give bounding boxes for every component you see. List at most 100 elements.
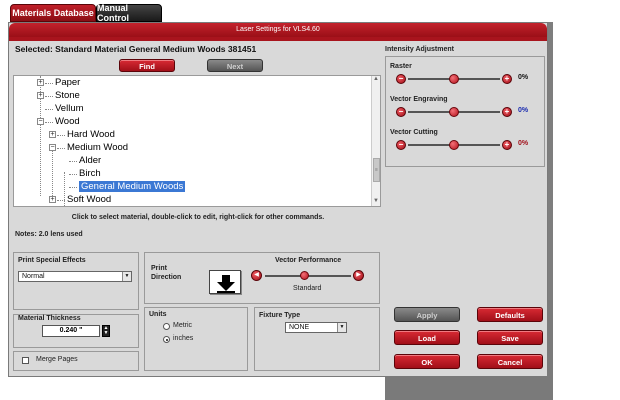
tree-item[interactable]: General Medium Woods (79, 180, 186, 193)
defaults-button[interactable]: Defaults (477, 307, 543, 322)
tree-connector (57, 148, 65, 149)
print-direction-label: Direction (151, 274, 182, 281)
slider-knob[interactable] (449, 74, 459, 84)
save-button[interactable]: Save (477, 330, 543, 345)
tree-connector (69, 174, 77, 175)
slider-knob[interactable] (449, 140, 459, 150)
vector-performance-knob[interactable] (299, 271, 309, 280)
material-thickness-panel: Material Thickness 0.240 " ▲ ▼ (13, 314, 139, 348)
tree-guide-line (64, 172, 65, 206)
tree-item[interactable]: Paper (55, 76, 80, 89)
next-button[interactable]: Next (207, 59, 263, 72)
units-metric-radio[interactable] (163, 323, 170, 330)
title-divider (9, 37, 547, 41)
units-label: Units (149, 311, 167, 318)
expand-icon[interactable]: + (37, 79, 44, 86)
units-inches-radio[interactable] (163, 336, 170, 343)
find-button[interactable]: Find (119, 59, 175, 72)
plus-icon[interactable]: + (502, 107, 512, 117)
tree-connector (57, 135, 65, 136)
print-direction-label: Print (151, 265, 167, 272)
merge-pages-panel: Merge Pages (13, 351, 139, 371)
down-arrow-icon[interactable] (209, 270, 241, 294)
tree-item-label: Stone (55, 90, 80, 101)
tree-scrollbar[interactable]: ▲ ≡ ▼ (371, 76, 380, 206)
tree-item-label: General Medium Woods (79, 181, 186, 192)
minus-icon[interactable]: − (396, 140, 406, 150)
stepper-down-icon[interactable]: ▼ (103, 331, 109, 336)
print-direction-panel: Print Direction Vector Performance ◀ ▶ S… (144, 252, 380, 304)
tree-connector (57, 200, 65, 201)
vector-engraving-slider[interactable]: Vector Engraving − + 0% (390, 96, 540, 117)
tree-item[interactable]: Birch (79, 167, 101, 180)
fixture-type-select[interactable]: NONE ▼ (285, 322, 347, 333)
minus-icon[interactable]: − (396, 107, 406, 117)
tree-connector (45, 83, 53, 84)
tree-hint: Click to select material, double-click t… (71, 214, 325, 221)
load-button[interactable]: Load (394, 330, 460, 345)
tree-item-label: Soft Wood (67, 194, 112, 205)
vector-cutting-label: Vector Cutting (390, 129, 438, 136)
units-panel: Units Metric inches (144, 307, 248, 371)
scroll-down-icon[interactable]: ▼ (372, 198, 380, 206)
vector-cutting-value: 0% (518, 140, 529, 147)
tree-item[interactable]: Medium Wood (67, 141, 128, 154)
selected-material-label: Selected: Standard Material General Medi… (15, 44, 257, 54)
fixture-type-label: Fixture Type (259, 312, 301, 319)
vector-engraving-value: 0% (518, 107, 529, 114)
raster-value: 0% (518, 74, 529, 81)
expand-icon[interactable]: + (37, 92, 44, 99)
materials-tree[interactable]: + Paper + Stone Vellum − Wood + Hard Wood − Medium… (13, 75, 381, 207)
left-arrow-icon[interactable]: ◀ (251, 270, 262, 281)
tree-item[interactable]: Alder (79, 154, 101, 167)
thickness-input[interactable]: 0.240 " (42, 325, 100, 337)
tree-guide-line (52, 146, 53, 196)
tab-manual-control[interactable]: Manual Control (96, 3, 162, 23)
minus-icon[interactable]: − (396, 74, 406, 84)
tree-item[interactable]: Hard Wood (67, 128, 115, 141)
plus-icon[interactable]: + (502, 140, 512, 150)
down-arrow-graphic (217, 275, 235, 293)
tree-item-label: Wood (55, 116, 80, 127)
cancel-button[interactable]: Cancel (477, 354, 543, 369)
tree-item-label: Birch (79, 168, 101, 179)
scroll-thumb[interactable]: ≡ (373, 158, 380, 182)
fixture-type-panel: Fixture Type NONE ▼ (254, 307, 380, 371)
tree-item[interactable]: Stone (55, 89, 80, 102)
tree-connector (69, 187, 77, 188)
expand-icon[interactable]: + (49, 196, 56, 203)
right-arrow-icon[interactable]: ▶ (353, 270, 364, 281)
tree-connector (45, 109, 53, 110)
chevron-down-icon[interactable]: ▼ (337, 323, 346, 332)
print-effects-panel: Print Special Effects Normal ▼ (13, 252, 139, 310)
chevron-down-icon[interactable]: ▼ (122, 272, 131, 281)
tree-connector (69, 161, 77, 162)
tab-materials-database[interactable]: Materials Database (10, 4, 96, 22)
vector-cutting-slider[interactable]: Vector Cutting − + 0% (390, 129, 540, 150)
raster-slider[interactable]: Raster − + 0% (390, 63, 540, 84)
ok-button[interactable]: OK (394, 354, 460, 369)
scroll-up-icon[interactable]: ▲ (372, 76, 380, 84)
laser-settings-screen: Materials Database Manual Control Laser … (0, 0, 620, 400)
tree-item-label: Paper (55, 77, 81, 88)
apply-button[interactable]: Apply (394, 307, 460, 322)
merge-pages-label: Merge Pages (36, 356, 78, 363)
intensity-adjustment: Intensity Adjustment Raster − + 0% Vecto… (385, 43, 545, 167)
collapse-icon[interactable]: − (37, 118, 44, 125)
intensity-title: Intensity Adjustment (385, 46, 454, 53)
tree-item[interactable]: Wood (55, 115, 80, 128)
tree-connector (45, 96, 53, 97)
tree-item[interactable]: Soft Wood (67, 193, 111, 206)
units-inches-label: inches (173, 335, 194, 342)
thickness-label: Material Thickness (18, 315, 81, 322)
expand-icon[interactable]: + (49, 131, 56, 138)
slider-knob[interactable] (449, 107, 459, 117)
vector-engraving-label: Vector Engraving (390, 96, 448, 103)
vector-performance-value: Standard (293, 285, 322, 292)
thickness-stepper[interactable]: ▲ ▼ (102, 325, 110, 337)
merge-pages-checkbox[interactable] (22, 357, 29, 364)
print-effects-select[interactable]: Normal ▼ (18, 271, 132, 282)
tree-item[interactable]: Vellum (55, 102, 84, 115)
plus-icon[interactable]: + (502, 74, 512, 84)
collapse-icon[interactable]: − (49, 144, 56, 151)
